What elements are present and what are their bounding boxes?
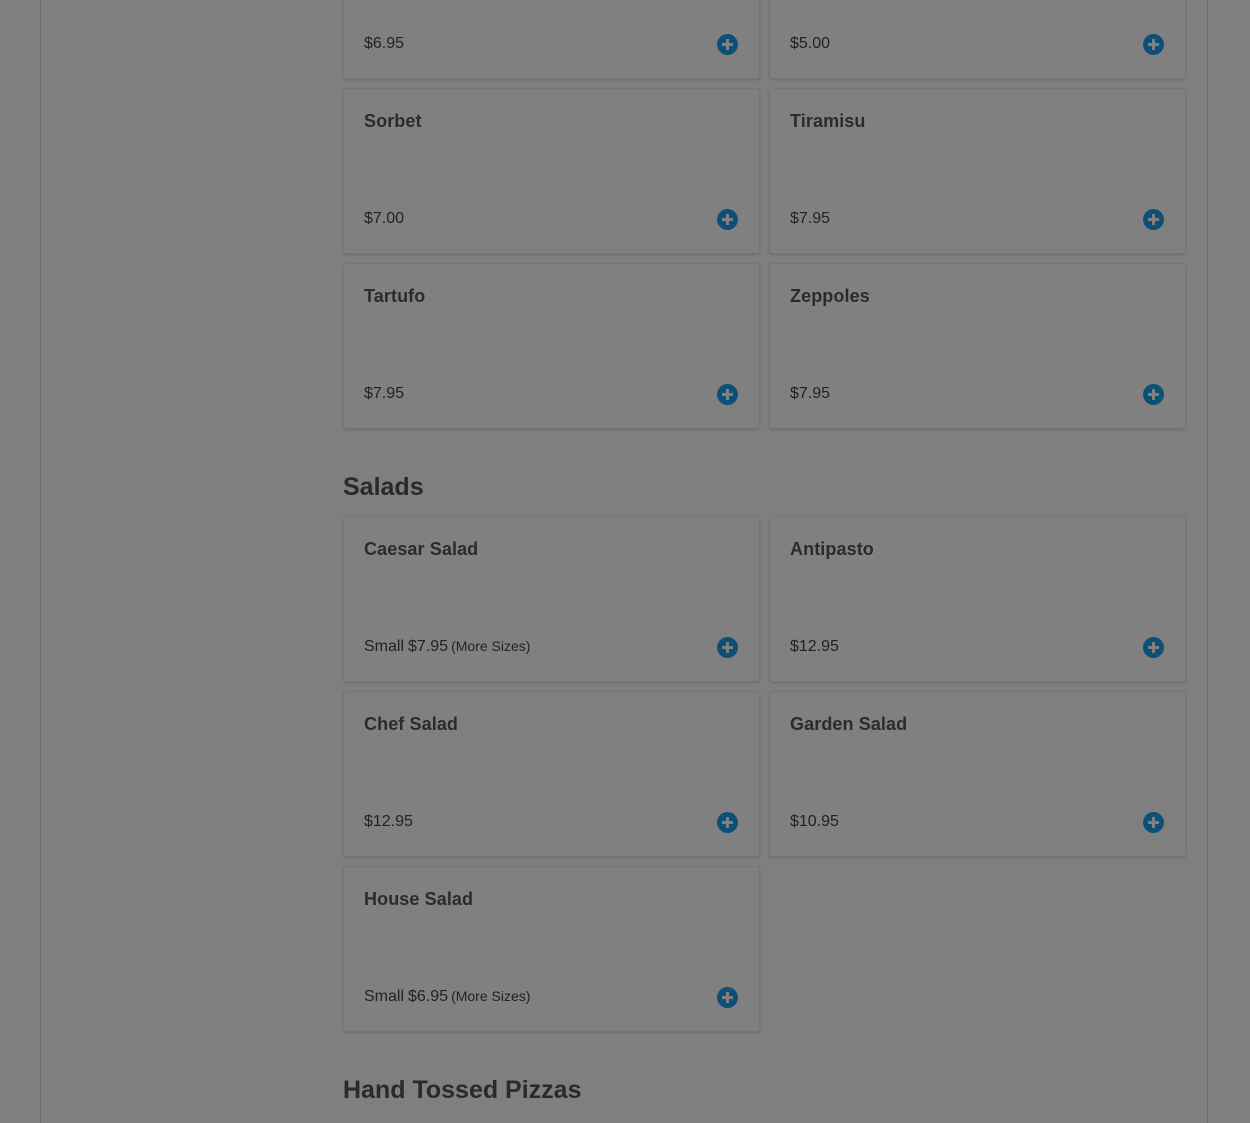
menu-item-card[interactable]: $6.95 (343, 0, 760, 79)
item-price: Small $6.95 (More Sizes) (364, 988, 530, 1006)
price-value: $7.95 (408, 638, 449, 655)
add-item-button[interactable] (717, 209, 738, 230)
plus-circle-icon (722, 642, 733, 653)
menu-item-card[interactable]: Sorbet $7.00 (343, 88, 760, 254)
size-label: Small (364, 638, 405, 655)
add-item-button[interactable] (1143, 209, 1164, 230)
item-price: $6.95 (364, 35, 405, 52)
section-title-salads: Salads (343, 473, 424, 501)
add-item-button[interactable] (1143, 812, 1164, 833)
section-title-hand-tossed-pizzas: Hand Tossed Pizzas (343, 1076, 582, 1104)
item-price: $5.00 (790, 35, 831, 52)
plus-circle-icon (722, 817, 733, 828)
menu-item-card[interactable]: Garden Salad $10.95 (769, 691, 1186, 857)
menu-item-card[interactable]: House Salad Small $6.95 (More Sizes) (343, 866, 760, 1032)
item-name: Sorbet (364, 111, 422, 131)
item-name: Tartufo (364, 286, 426, 306)
add-item-button[interactable] (1143, 34, 1164, 55)
plus-circle-icon (1148, 214, 1159, 225)
item-name: House Salad (364, 889, 474, 909)
plus-circle-icon (722, 214, 733, 225)
plus-circle-icon (722, 992, 733, 1003)
plus-circle-icon (1148, 39, 1159, 50)
item-price: $7.95 (790, 385, 831, 402)
item-name: Chef Salad (364, 714, 459, 734)
plus-circle-icon (1148, 817, 1159, 828)
item-name: Tiramisu (790, 111, 866, 131)
item-price: $10.95 (790, 813, 839, 830)
menu-item-card[interactable]: $5.00 (769, 0, 1186, 79)
add-item-button[interactable] (1143, 384, 1164, 405)
menu-item-card[interactable]: Tartufo $7.95 (343, 263, 760, 429)
size-label: Small (364, 988, 405, 1005)
add-item-button[interactable] (717, 987, 738, 1008)
item-name: Zeppoles (790, 286, 870, 306)
item-price: $7.95 (364, 385, 405, 402)
more-sizes-link[interactable]: (More Sizes) (451, 988, 530, 1004)
plus-circle-icon (722, 389, 733, 400)
add-item-button[interactable] (717, 637, 738, 658)
item-price: $12.95 (364, 813, 413, 830)
item-price: $7.00 (364, 210, 405, 227)
menu-item-card[interactable]: Zeppoles $7.95 (769, 263, 1186, 429)
plus-circle-icon (1148, 389, 1159, 400)
menu-item-card[interactable]: Caesar Salad Small $7.95 (More Sizes) (343, 516, 760, 682)
item-price: $12.95 (790, 638, 839, 655)
item-name: Antipasto (790, 539, 874, 559)
add-item-button[interactable] (717, 812, 738, 833)
menu-item-card[interactable]: Tiramisu $7.95 (769, 88, 1186, 254)
more-sizes-link[interactable]: (More Sizes) (451, 638, 530, 654)
item-price: Small $7.95 (More Sizes) (364, 638, 530, 656)
price-value: $6.95 (408, 988, 449, 1005)
item-price: $7.95 (790, 210, 831, 227)
plus-circle-icon (1148, 642, 1159, 653)
item-name: Caesar Salad (364, 539, 479, 559)
menu-item-card[interactable]: Chef Salad $12.95 (343, 691, 760, 857)
add-item-button[interactable] (717, 34, 738, 55)
add-item-button[interactable] (1143, 637, 1164, 658)
item-name: Garden Salad (790, 714, 908, 734)
menu-item-card[interactable]: Antipasto $12.95 (769, 516, 1186, 682)
add-item-button[interactable] (717, 384, 738, 405)
plus-circle-icon (722, 39, 733, 50)
